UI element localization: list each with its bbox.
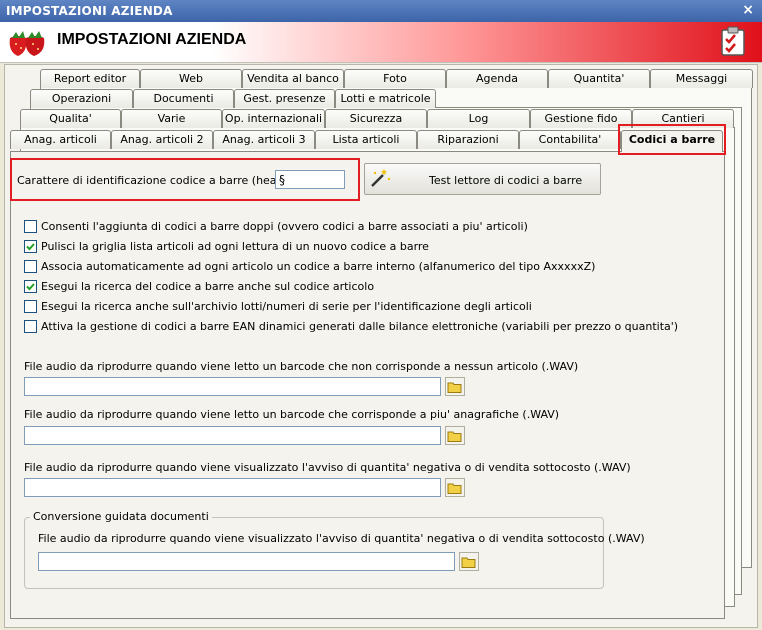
- checkbox-search-lots[interactable]: [24, 300, 37, 313]
- folder-icon[interactable]: [445, 478, 465, 497]
- tab-documenti[interactable]: Documenti: [133, 89, 234, 108]
- tab-contabilita[interactable]: Contabilita': [519, 130, 621, 149]
- tab-gest-presenze[interactable]: Gest. presenze: [234, 89, 335, 108]
- folder-icon[interactable]: [459, 552, 479, 571]
- tab-lista-articoli[interactable]: Lista articoli: [315, 130, 417, 149]
- audio-label-negative-qty: File audio da riprodurre quando viene vi…: [24, 461, 631, 474]
- checkbox-ean-dynamic[interactable]: [24, 320, 37, 333]
- tab-report-editor[interactable]: Report editor: [40, 69, 140, 88]
- tab-qualita[interactable]: Qualita': [20, 109, 121, 128]
- tab-web[interactable]: Web: [140, 69, 242, 88]
- checkbox-auto-internal-barcode[interactable]: [24, 260, 37, 273]
- audio-file-negative-qty-input[interactable]: [24, 478, 441, 497]
- checklist-icon: [721, 26, 745, 56]
- test-button-label: Test lettore di codici a barre: [429, 174, 583, 187]
- tab-anag-articoli[interactable]: Anag. articoli: [10, 130, 111, 149]
- tab-agenda[interactable]: Agenda: [446, 69, 548, 88]
- tab-vendita-al-banco[interactable]: Vendita al banco: [242, 69, 344, 88]
- tab-riparazioni[interactable]: Riparazioni: [417, 130, 519, 149]
- option-label: Pulisci la griglia lista articoli ad ogn…: [41, 240, 429, 253]
- tab-operazioni[interactable]: Operazioni: [30, 89, 133, 108]
- option-label: Consenti l'aggiunta di codici a barre do…: [41, 220, 528, 233]
- magic-wand-icon: [371, 169, 391, 187]
- checkmark-icon: [26, 283, 35, 291]
- page-header: IMPOSTAZIONI AZIENDA: [0, 22, 762, 63]
- audio-file-no-match-input[interactable]: [24, 377, 441, 396]
- audio-label-no-match: File audio da riprodurre quando viene le…: [24, 360, 579, 373]
- conversion-audio-file-input[interactable]: [38, 552, 455, 571]
- tab-op-internazionali[interactable]: Op. internazionali: [222, 109, 325, 128]
- checkmark-icon: [26, 243, 35, 251]
- audio-label-multi-match: File audio da riprodurre quando viene le…: [24, 408, 560, 421]
- header-char-label: Carattere di identificazione codice a ba…: [17, 174, 307, 187]
- header-title: IMPOSTAZIONI AZIENDA: [57, 31, 247, 48]
- tab-varie[interactable]: Varie: [121, 109, 222, 128]
- tab-log[interactable]: Log: [427, 109, 530, 128]
- window-title: IMPOSTAZIONI AZIENDA: [6, 4, 173, 18]
- checkbox-clear-grid[interactable]: [24, 240, 37, 253]
- tab-quantita[interactable]: Quantita': [548, 69, 650, 88]
- checkbox-search-article-code[interactable]: [24, 280, 37, 293]
- tab-foto[interactable]: Foto: [344, 69, 446, 88]
- checkbox-duplicate-barcodes[interactable]: [24, 220, 37, 233]
- conversion-group-legend: Conversione guidata documenti: [30, 510, 212, 523]
- close-icon[interactable]: ×: [742, 2, 754, 18]
- conversion-audio-label: File audio da riprodurre quando viene vi…: [38, 532, 645, 545]
- tab-messaggi[interactable]: Messaggi: [650, 69, 753, 88]
- tab-anag-articoli-3[interactable]: Anag. articoli 3: [213, 130, 315, 149]
- tab-anag-articoli-2[interactable]: Anag. articoli 2: [111, 130, 213, 149]
- window-title-bar: IMPOSTAZIONI AZIENDA ×: [0, 0, 762, 23]
- active-tab-highlight: [618, 124, 726, 155]
- option-label: Associa automaticamente ad ogni articolo…: [41, 260, 596, 273]
- option-label: Esegui la ricerca anche sull'archivio lo…: [41, 300, 532, 313]
- tab-sicurezza[interactable]: Sicurezza: [325, 109, 427, 128]
- audio-file-multi-match-input[interactable]: [24, 426, 441, 445]
- folder-icon[interactable]: [445, 377, 465, 396]
- folder-icon[interactable]: [445, 426, 465, 445]
- header-char-input[interactable]: [275, 170, 345, 189]
- option-label: Attiva la gestione di codici a barre EAN…: [41, 320, 679, 333]
- tab-lotti-e-matricole[interactable]: Lotti e matricole: [335, 89, 436, 108]
- test-barcode-reader-button[interactable]: Test lettore di codici a barre: [364, 163, 601, 195]
- tab-gestione-fido[interactable]: Gestione fido: [530, 109, 632, 128]
- strawberry-logo-icon: [9, 31, 45, 56]
- option-label: Esegui la ricerca del codice a barre anc…: [41, 280, 375, 293]
